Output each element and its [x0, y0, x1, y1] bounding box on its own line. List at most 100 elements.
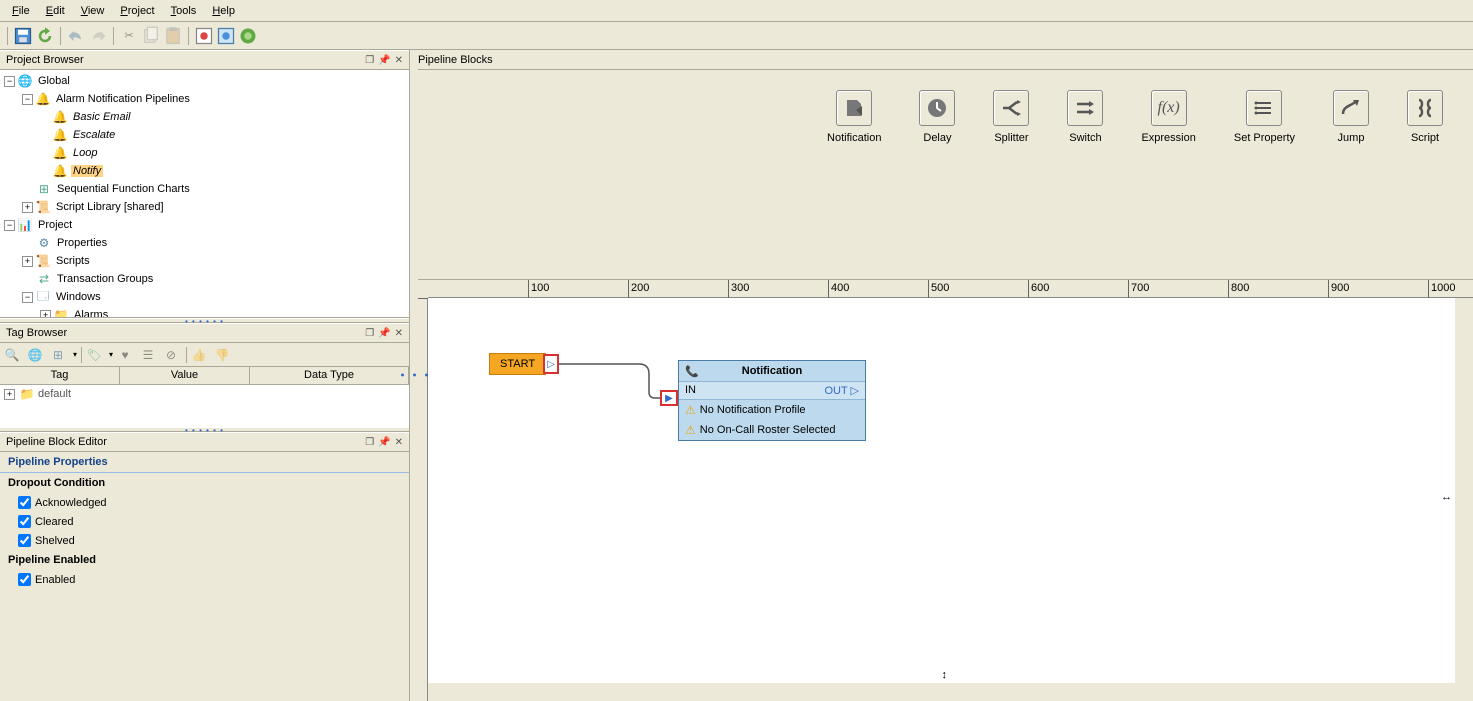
cut-icon[interactable]: ✂	[119, 26, 139, 46]
tree-sfc[interactable]: Sequential Function Charts	[55, 183, 192, 195]
ack-label: Acknowledged	[35, 497, 107, 509]
tag-col-tag[interactable]: Tag	[0, 367, 120, 384]
undo-icon[interactable]	[66, 26, 86, 46]
tag-icon[interactable]: 🏷	[86, 347, 102, 363]
panel-close-icon[interactable]: ✕	[395, 328, 403, 339]
start-block[interactable]: START	[489, 353, 546, 375]
enabled-label: Enabled	[35, 574, 75, 586]
palette-setprop[interactable]: Set Property	[1234, 90, 1295, 144]
paste-icon[interactable]	[163, 26, 183, 46]
expand-icon[interactable]: +	[40, 310, 51, 319]
dock-collapse-bar[interactable]: •••	[410, 50, 418, 701]
script-icon: 📜	[35, 199, 51, 215]
tree-notify[interactable]: Notify	[71, 165, 103, 177]
tag-col-datatype[interactable]: Data Type	[250, 367, 409, 384]
tree-escalate[interactable]: Escalate	[71, 129, 117, 141]
cleared-checkbox[interactable]	[18, 515, 31, 528]
palette-jump[interactable]: Jump	[1333, 90, 1369, 144]
shelved-checkbox[interactable]	[18, 534, 31, 547]
palette-script[interactable]: Script	[1407, 90, 1443, 144]
panel-pin-icon[interactable]: 📌	[378, 55, 390, 66]
tree-project[interactable]: Project	[36, 219, 74, 231]
palette-switch[interactable]: Switch	[1067, 90, 1103, 144]
save-icon[interactable]	[13, 26, 33, 46]
expand-icon[interactable]: −	[4, 76, 15, 87]
heart-icon[interactable]: ♥	[117, 347, 133, 363]
setprop-icon	[1246, 90, 1282, 126]
expand-icon[interactable]: +	[22, 202, 33, 213]
thumbdown-icon[interactable]: 👎	[214, 347, 230, 363]
tree-basic-email[interactable]: Basic Email	[71, 111, 132, 123]
delay-icon	[919, 90, 955, 126]
notification-in-port[interactable]: ▶	[660, 390, 678, 406]
refresh-icon[interactable]	[35, 26, 55, 46]
menu-file[interactable]: FFileile	[4, 2, 38, 20]
panel-close-icon[interactable]: ✕	[395, 437, 403, 448]
tree-properties[interactable]: Properties	[55, 237, 109, 249]
tree-txgroups[interactable]: Transaction Groups	[55, 273, 155, 285]
stop-icon[interactable]: ⊘	[163, 347, 179, 363]
menu-project[interactable]: Project	[112, 2, 162, 20]
menu-view[interactable]: View	[73, 2, 113, 20]
expand-icon[interactable]: −	[4, 220, 15, 231]
expand-icon[interactable]: −	[22, 94, 33, 105]
tree-alarms[interactable]: Alarms	[72, 309, 110, 318]
panel-restore-icon[interactable]: ❐	[365, 55, 374, 66]
globe-icon[interactable]: 🌐	[27, 347, 43, 363]
bell-icon: 🔔	[52, 163, 68, 179]
list-icon[interactable]: ☰	[140, 347, 156, 363]
start-out-port[interactable]: ▷	[543, 354, 559, 374]
thumbup-icon[interactable]: 👍	[191, 347, 207, 363]
resize-handle-v[interactable]: ↕	[942, 669, 956, 683]
expand-icon[interactable]: −	[22, 292, 33, 303]
right-area: Pipeline Blocks Notification Delay Split…	[410, 50, 1473, 701]
menu-bar: FFileile Edit View Project Tools Help	[0, 0, 1473, 22]
tree-scripts[interactable]: Scripts	[54, 255, 92, 267]
panel-restore-icon[interactable]: ❐	[365, 437, 374, 448]
tree-alarm-pipelines[interactable]: Alarm Notification Pipelines	[54, 93, 192, 105]
menu-tools[interactable]: Tools	[163, 2, 205, 20]
redo-icon[interactable]	[88, 26, 108, 46]
panel-close-icon[interactable]: ✕	[395, 55, 403, 66]
switch-icon	[1067, 90, 1103, 126]
project-tree[interactable]: −🌐Global −🔔Alarm Notification Pipelines …	[0, 70, 409, 318]
expand-icon[interactable]: +	[22, 256, 33, 267]
resize-handle-h[interactable]: ↔	[1441, 491, 1455, 505]
tool-icon-1[interactable]	[194, 26, 214, 46]
splitter-icon	[993, 90, 1029, 126]
tag-col-value[interactable]: Value	[120, 367, 250, 384]
tag-grid[interactable]: Tag Value Data Type +📁default	[0, 367, 409, 427]
copy-icon[interactable]	[141, 26, 161, 46]
panel-restore-icon[interactable]: ❐	[365, 328, 374, 339]
panel-pin-icon[interactable]: 📌	[378, 328, 390, 339]
out-port[interactable]: OUT ▷	[824, 384, 859, 397]
menu-edit[interactable]: Edit	[38, 2, 73, 20]
grid-icon[interactable]: ⊞	[50, 347, 66, 363]
menu-help[interactable]: Help	[204, 2, 243, 20]
tag-row[interactable]: +📁default	[0, 385, 409, 403]
palette-delay[interactable]: Delay	[919, 90, 955, 144]
tag-browser-header: Tag Browser ❐📌✕	[0, 323, 409, 343]
tree-loop[interactable]: Loop	[71, 147, 99, 159]
enabled-checkbox[interactable]	[18, 573, 31, 586]
binoculars-icon[interactable]: 🔍	[4, 347, 20, 363]
tool-icon-3[interactable]	[238, 26, 258, 46]
tree-windows[interactable]: Windows	[54, 291, 103, 303]
bell-icon: 🔔	[35, 91, 51, 107]
palette-splitter[interactable]: Splitter	[993, 90, 1029, 144]
dropout-header: Dropout Condition	[0, 473, 409, 493]
tree-global[interactable]: Global	[36, 75, 72, 87]
palette-expression[interactable]: f(x) Expression	[1141, 90, 1195, 144]
tool-icon-2[interactable]	[216, 26, 236, 46]
in-label: IN	[685, 384, 696, 397]
jump-icon	[1333, 90, 1369, 126]
tree-scriptlib[interactable]: Script Library [shared]	[54, 201, 166, 213]
ack-checkbox[interactable]	[18, 496, 31, 509]
panel-pin-icon[interactable]: 📌	[378, 437, 390, 448]
design-canvas[interactable]: START ▷ ▶ 📞Notification INOUT ▷ ⚠No Noti…	[428, 298, 1455, 683]
notification-block[interactable]: 📞Notification INOUT ▷ ⚠No Notification P…	[678, 360, 866, 441]
project-browser-header: Project Browser ❐ 📌 ✕	[0, 50, 409, 70]
bell-icon: 🔔	[52, 127, 68, 143]
project-browser-title: Project Browser	[6, 54, 84, 66]
palette-notification[interactable]: Notification	[827, 90, 881, 144]
